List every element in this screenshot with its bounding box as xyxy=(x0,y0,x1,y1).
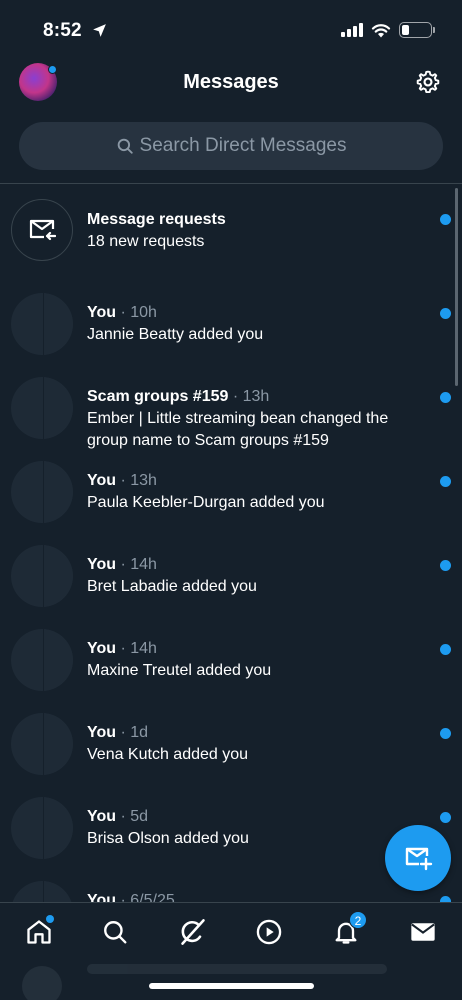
home-unread-dot xyxy=(46,915,54,923)
conversation-time: · 14h xyxy=(116,640,157,657)
message-request-icon xyxy=(11,199,73,261)
scrollbar[interactable] xyxy=(455,188,458,386)
unread-dot xyxy=(440,308,451,319)
header: Messages xyxy=(0,60,462,104)
battery-icon xyxy=(399,22,435,38)
unread-dot xyxy=(440,392,451,403)
conversation-time: · 10h xyxy=(116,304,157,321)
unread-dot xyxy=(440,476,451,487)
group-avatar xyxy=(11,713,73,775)
conversation-preview: Jannie Beatty added you xyxy=(87,326,264,343)
conversation-preview: Maxine Treutel added you xyxy=(87,662,272,679)
search-icon xyxy=(117,138,133,154)
tab-notifications[interactable]: 2 xyxy=(331,911,367,947)
conversation-preview: Vena Kutch added you xyxy=(87,746,249,763)
group-avatar xyxy=(11,797,73,859)
conversation-preview: Brisa Olson added you xyxy=(87,830,249,847)
page-title: Messages xyxy=(183,71,279,93)
group-avatar xyxy=(11,377,73,439)
conversation-time: · 13h xyxy=(116,472,157,489)
tab-explore[interactable] xyxy=(100,917,130,947)
conversation-row[interactable]: You · 14h Bret Labadie added you xyxy=(0,530,462,614)
conversation-row[interactable]: You · 10h Jannie Beatty added you xyxy=(0,278,462,362)
conversation-name: You xyxy=(87,556,117,573)
conversation-row[interactable]: Scam groups #159 · 13h Ember | Little st… xyxy=(0,362,462,449)
conversation-name: You xyxy=(87,304,117,321)
requests-title: Message requests xyxy=(87,211,226,228)
unread-dot xyxy=(440,728,451,739)
conversation-name: Scam groups #159 xyxy=(87,388,229,405)
conversation-time: · 5d xyxy=(116,808,149,825)
group-avatar xyxy=(11,461,73,523)
tab-grok[interactable] xyxy=(178,917,208,947)
message-requests-row[interactable]: Message requests 18 new requests xyxy=(0,184,462,278)
grok-icon xyxy=(181,919,205,945)
conversation-name: You xyxy=(87,808,117,825)
group-avatar xyxy=(11,545,73,607)
conversation-row[interactable]: You · 1d Vena Kutch added you xyxy=(0,698,462,782)
conversation-name: You xyxy=(87,724,117,741)
search-input[interactable]: Search Direct Messages xyxy=(19,122,443,170)
explore-icon xyxy=(104,921,127,944)
conversation-name: You xyxy=(87,472,117,489)
signal-icon xyxy=(341,23,363,37)
faded-row-preview xyxy=(0,956,462,1000)
status-bar: 8:52 xyxy=(0,0,462,60)
gear-icon[interactable] xyxy=(415,69,441,95)
home-indicator[interactable] xyxy=(149,983,314,989)
conversation-name: You xyxy=(87,640,117,657)
unread-dot xyxy=(440,214,451,225)
conversation-preview: Bret Labadie added you xyxy=(87,578,257,595)
requests-subtitle: 18 new requests xyxy=(87,233,205,250)
status-time: 8:52 xyxy=(43,20,82,41)
conversation-preview: Paula Keebler-Durgan added you xyxy=(87,494,325,511)
messages-icon xyxy=(411,923,435,941)
conversation-time: · 13h xyxy=(228,388,270,405)
unread-dot xyxy=(440,644,451,655)
conversation-time: · 1d xyxy=(116,724,149,741)
conversation-time: · 14h xyxy=(116,556,157,573)
unread-dot xyxy=(440,560,451,571)
group-avatar xyxy=(11,293,73,355)
location-arrow-icon xyxy=(93,24,106,37)
new-message-icon xyxy=(405,847,433,871)
unread-dot xyxy=(440,812,451,823)
tab-video[interactable] xyxy=(254,917,284,947)
video-icon xyxy=(256,919,282,945)
tab-messages[interactable] xyxy=(408,917,438,947)
notifications-badge: 2 xyxy=(349,911,367,929)
conversation-row[interactable]: You · 14h Maxine Treutel added you xyxy=(0,614,462,698)
conversation-row[interactable]: You · 13h Paula Keebler-Durgan added you xyxy=(0,446,462,530)
status-indicators xyxy=(341,22,435,38)
tab-home[interactable] xyxy=(24,915,54,947)
search-placeholder: Search Direct Messages xyxy=(139,135,347,156)
new-message-button[interactable] xyxy=(385,825,451,891)
group-avatar xyxy=(11,629,73,691)
wifi-icon xyxy=(371,23,391,37)
